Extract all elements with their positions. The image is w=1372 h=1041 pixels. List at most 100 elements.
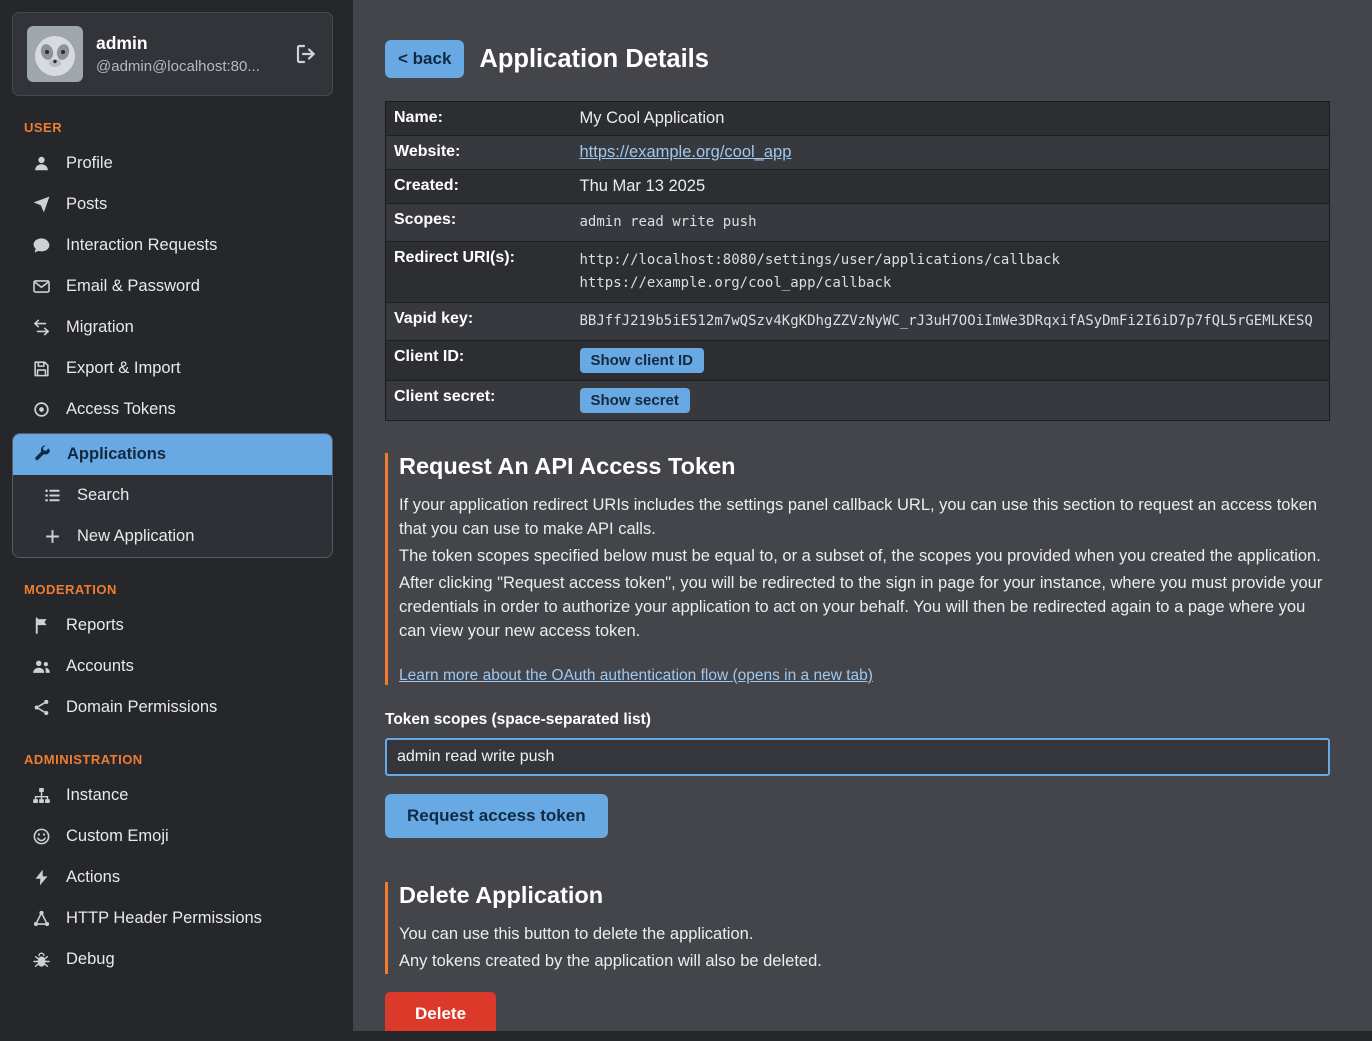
detail-label: Name: xyxy=(386,102,572,136)
token-scopes-label: Token scopes (space-separated list) xyxy=(385,711,1330,729)
user-meta: admin @admin@localhost:80... xyxy=(96,33,281,75)
sidebar-item-export-import[interactable]: Export & Import xyxy=(12,348,333,389)
sidebar-item-interaction-requests[interactable]: Interaction Requests xyxy=(12,225,333,266)
sidebar-item-label: Interaction Requests xyxy=(66,236,217,255)
detail-row: Created: Thu Mar 13 2025 xyxy=(386,170,1330,204)
sidebar-item-instance[interactable]: Instance xyxy=(12,775,333,816)
paragraph: After clicking "Request access token", y… xyxy=(399,572,1330,644)
sidebar-item-label: Instance xyxy=(66,786,128,805)
sidebar-item-email-password[interactable]: Email & Password xyxy=(12,266,333,307)
sidebar-item-http-header-permissions[interactable]: HTTP Header Permissions xyxy=(12,898,333,939)
sidebar-item-new-application[interactable]: New Application xyxy=(13,516,332,557)
sidebar-item-domain-permissions[interactable]: Domain Permissions xyxy=(12,687,333,728)
sidebar-item-accounts[interactable]: Accounts xyxy=(12,646,333,687)
sidebar-item-label: Actions xyxy=(66,868,120,887)
sitemap-icon xyxy=(32,786,51,805)
title-row: < back Application Details xyxy=(385,40,1330,78)
oauth-docs-link[interactable]: Learn more about the OAuth authenticatio… xyxy=(399,667,873,685)
detail-row: Scopes:admin read write push xyxy=(386,204,1330,242)
detail-value: Thu Mar 13 2025 xyxy=(580,177,706,195)
paragraph: You can use this button to delete the ap… xyxy=(399,923,1330,947)
detail-value-mono: http://localhost:8080/settings/user/appl… xyxy=(580,249,1322,272)
sidebar-group-applications: Applications Search New Application xyxy=(12,433,333,558)
detail-value-mono: admin read write push xyxy=(580,214,757,230)
sidebar-item-label: New Application xyxy=(77,527,194,546)
detail-value-mono: BBJffJ219b5iE512m7wQSzv4KgKDhgZZVzNyWC_r… xyxy=(580,313,1313,329)
token-section-text: If your application redirect URIs includ… xyxy=(399,494,1330,644)
sidebar-item-applications[interactable]: Applications xyxy=(13,434,332,475)
sidebar-item-label: Debug xyxy=(66,950,115,969)
section-label-moderation: MODERATION xyxy=(24,582,321,597)
envelope-icon xyxy=(32,277,51,296)
share-nodes-icon xyxy=(32,698,51,717)
sidebar-item-label: Export & Import xyxy=(66,359,181,378)
floppy-icon xyxy=(32,359,51,378)
wrench-icon xyxy=(33,445,52,464)
sidebar-item-label: HTTP Header Permissions xyxy=(66,909,262,928)
detail-label: Client secret: xyxy=(386,381,572,421)
sidebar-item-debug[interactable]: Debug xyxy=(12,939,333,980)
detail-label: Client ID: xyxy=(386,341,572,381)
sidebar-item-reports[interactable]: Reports xyxy=(12,605,333,646)
sidebar-item-actions[interactable]: Actions xyxy=(12,857,333,898)
network-icon xyxy=(32,909,51,928)
migration-icon xyxy=(32,318,51,337)
sidebar-item-label: Access Tokens xyxy=(66,400,176,419)
sidebar-item-posts[interactable]: Posts xyxy=(12,184,333,225)
paragraph: Any tokens created by the application wi… xyxy=(399,950,1330,974)
sidebar-subnav: Search New Application xyxy=(13,475,332,557)
detail-row: Redirect URI(s): http://localhost:8080/se… xyxy=(386,242,1330,303)
section-label-administration: ADMINISTRATION xyxy=(24,752,321,767)
request-access-token-button[interactable]: Request access token xyxy=(385,794,608,838)
main-content: < back Application Details Name: My Cool … xyxy=(353,0,1372,1031)
list-icon xyxy=(43,486,62,505)
paragraph: The token scopes specified below must be… xyxy=(399,545,1330,569)
delete-section-heading: Delete Application xyxy=(399,882,1330,909)
sidebar: admin @admin@localhost:80... USERProfile… xyxy=(0,0,345,1041)
plus-icon xyxy=(43,527,62,546)
delete-button[interactable]: Delete xyxy=(385,992,496,1031)
sidebar-item-label: Applications xyxy=(67,445,166,464)
comment-icon xyxy=(32,236,51,255)
detail-value: My Cool Application xyxy=(580,109,725,127)
page-title: Application Details xyxy=(479,45,709,74)
token-scopes-input[interactable] xyxy=(385,738,1330,776)
sidebar-item-label: Custom Emoji xyxy=(66,827,169,846)
detail-label: Redirect URI(s): xyxy=(386,242,572,303)
delete-section-text: You can use this button to delete the ap… xyxy=(399,923,1330,974)
sidebar-item-label: Profile xyxy=(66,154,113,173)
detail-row: Website:https://example.org/cool_app xyxy=(386,136,1330,170)
token-section: Request An API Access Token If your appl… xyxy=(385,453,1330,685)
detail-label: Vapid key: xyxy=(386,303,572,341)
back-button[interactable]: < back xyxy=(385,40,464,78)
sidebar-item-label: Accounts xyxy=(66,657,134,676)
certificate-icon xyxy=(32,400,51,419)
detail-value-cell: admin read write push xyxy=(572,204,1330,242)
detail-value-cell: Thu Mar 13 2025 xyxy=(572,170,1330,204)
detail-row: Client secret: Show secret xyxy=(386,381,1330,421)
show-secret-button[interactable]: Show secret xyxy=(580,388,690,413)
paragraph: If your application redirect URIs includ… xyxy=(399,494,1330,542)
detail-value-cell: My Cool Application xyxy=(572,102,1330,136)
sidebar-item-access-tokens[interactable]: Access Tokens xyxy=(12,389,333,430)
show-client-id-button[interactable]: Show client ID xyxy=(580,348,705,373)
user-card[interactable]: admin @admin@localhost:80... xyxy=(12,12,333,96)
detail-value-cell: BBJffJ219b5iE512m7wQSzv4KgKDhgZZVzNyWC_r… xyxy=(572,303,1330,341)
sidebar-item-label: Domain Permissions xyxy=(66,698,217,717)
sidebar-item-label: Migration xyxy=(66,318,134,337)
application-details-table: Name: My Cool Application Website:https://… xyxy=(385,101,1330,421)
detail-label: Created: xyxy=(386,170,572,204)
delete-section: Delete Application You can use this butt… xyxy=(385,882,1330,974)
website-link[interactable]: https://example.org/cool_app xyxy=(580,143,792,161)
sign-out-icon[interactable] xyxy=(294,42,318,66)
detail-value-cell: https://example.org/cool_app xyxy=(572,136,1330,170)
bolt-icon xyxy=(32,868,51,887)
sidebar-item-profile[interactable]: Profile xyxy=(12,143,333,184)
sidebar-item-migration[interactable]: Migration xyxy=(12,307,333,348)
detail-value-cell: http://localhost:8080/settings/user/appl… xyxy=(572,242,1330,303)
sidebar-item-custom-emoji[interactable]: Custom Emoji xyxy=(12,816,333,857)
users-icon xyxy=(32,657,51,676)
sidebar-item-search[interactable]: Search xyxy=(13,475,332,516)
token-section-heading: Request An API Access Token xyxy=(399,453,1330,480)
detail-row: Vapid key: BBJffJ219b5iE512m7wQSzv4KgKDhg… xyxy=(386,303,1330,341)
